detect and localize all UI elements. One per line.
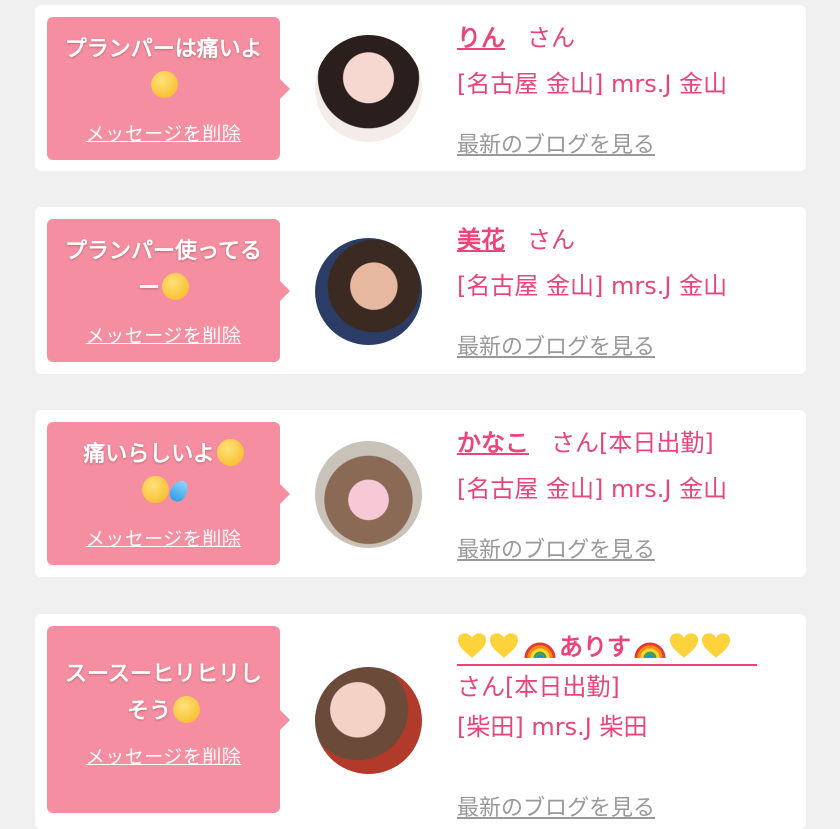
yellow-heart-icon [701, 633, 731, 658]
profile-info: ありす さん[本日出勤] [柴田] mrs.J 柴田 最新のブログを見る [457, 630, 796, 821]
name-line-2: さん[本日出勤] [457, 670, 796, 704]
message-text: 痛いらしいよ [47, 436, 280, 510]
sweat-droplets-icon [166, 477, 192, 505]
profile-info: りん さん [名古屋 金山] mrs.J 金山 最新のブログを見る [457, 21, 796, 158]
message-bubble: プランパー使ってるー メッセージを削除 [47, 219, 290, 362]
name-line: りん さん [457, 21, 796, 55]
message-text: スースーヒリヒリしそう [65, 662, 262, 724]
profile-name-link[interactable]: 美花 [457, 226, 505, 254]
message-card: プランパーは痛いよ メッセージを削除 りん さん [名古屋 金山] mrs.J 金… [35, 5, 806, 171]
honorific: さん [527, 24, 575, 52]
name-line: かなこ さん[本日出勤] [457, 426, 796, 460]
persevering-face-icon [216, 439, 244, 466]
message-bubble: プランパーは痛いよ メッセージを削除 [47, 17, 290, 160]
message-bubble: スースーヒリヒリしそう メッセージを削除 [47, 626, 290, 813]
rainbow-icon [634, 642, 666, 659]
message-card: スースーヒリヒリしそう メッセージを削除 ありす さん[本日出勤] [柴田] m… [35, 614, 806, 829]
honorific: さん [457, 673, 505, 701]
profile-info: 美花 さん [名古屋 金山] mrs.J 金山 最新のブログを見る [457, 223, 796, 360]
crying-face-icon [151, 71, 178, 98]
delete-message-link[interactable]: メッセージを削除 [47, 524, 280, 551]
latest-blog-link[interactable]: 最新のブログを見る [457, 532, 655, 564]
yellow-heart-icon [489, 633, 519, 658]
message-text: プランパー使ってるー [65, 239, 262, 301]
shop-name: [名古屋 金山] mrs.J 金山 [457, 272, 728, 300]
shop-name: [名古屋 金山] mrs.J 金山 [457, 475, 728, 503]
smiling-face-icon [162, 273, 189, 300]
message-card: プランパー使ってるー メッセージを削除 美花 さん [名古屋 金山] mrs.J … [35, 207, 806, 374]
persevering-face-icon [142, 476, 169, 503]
rainbow-icon [524, 642, 556, 659]
yellow-heart-icon [457, 633, 487, 658]
latest-blog-link[interactable]: 最新のブログを見る [457, 127, 655, 159]
work-status: [本日出勤] [505, 673, 620, 701]
name-line: 美花 さん [457, 223, 796, 257]
avatar[interactable] [315, 441, 422, 548]
delete-message-link[interactable]: メッセージを削除 [47, 742, 280, 769]
delete-message-link[interactable]: メッセージを削除 [47, 119, 280, 146]
honorific: さん [551, 429, 599, 457]
shop-name: [柴田] mrs.J 柴田 [457, 713, 648, 741]
profile-name-link[interactable]: ありす [457, 633, 733, 661]
grinning-face-icon [173, 696, 200, 723]
message-bubble: 痛いらしいよ メッセージを削除 [47, 422, 290, 565]
latest-blog-link[interactable]: 最新のブログを見る [457, 329, 655, 361]
avatar[interactable] [315, 238, 422, 345]
shop-name: [名古屋 金山] mrs.J 金山 [457, 70, 728, 98]
honorific: さん [527, 226, 575, 254]
profile-name-link[interactable]: かなこ [457, 429, 529, 457]
avatar[interactable] [315, 35, 422, 142]
message-text: プランパーは痛いよ [47, 31, 280, 105]
avatar[interactable] [315, 667, 422, 774]
work-status: [本日出勤] [599, 429, 714, 457]
delete-message-link[interactable]: メッセージを削除 [47, 321, 280, 348]
yellow-heart-icon [669, 633, 699, 658]
profile-info: かなこ さん[本日出勤] [名古屋 金山] mrs.J 金山 最新のブログを見る [457, 426, 796, 563]
message-card: 痛いらしいよ メッセージを削除 かなこ さん[本日出勤] [名古屋 金山] mrs… [35, 410, 806, 577]
name-line: ありす [457, 630, 757, 666]
profile-name-link[interactable]: りん [457, 24, 505, 52]
latest-blog-link[interactable]: 最新のブログを見る [457, 790, 655, 822]
